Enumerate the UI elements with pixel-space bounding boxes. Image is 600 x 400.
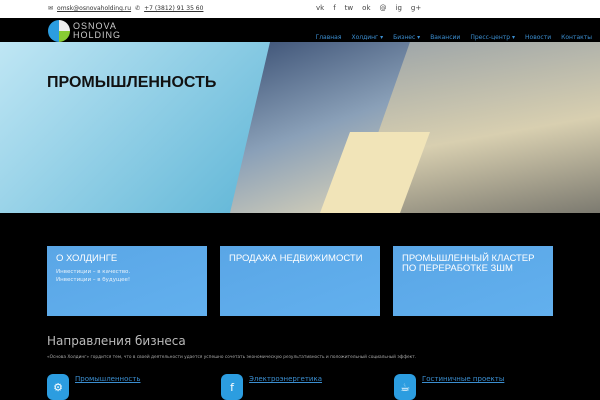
direction-energy: f Электроэнергетика bbox=[221, 374, 322, 400]
header: OSNOVA HOLDING Главная Холдинг ▾ Бизнес ▾… bbox=[0, 18, 600, 42]
direction-link[interactable]: Промышленность bbox=[75, 375, 140, 400]
box-about-holding[interactable]: О ХОЛДИНГЕ Инвестиции – в качество. Инвес… bbox=[47, 246, 207, 316]
cup-icon[interactable]: ☕ bbox=[394, 374, 416, 400]
nav-home[interactable]: Главная bbox=[316, 34, 342, 41]
logo-mark-icon bbox=[48, 20, 70, 42]
direction-hotels: ☕ Гостиничные проекты bbox=[394, 374, 504, 400]
odnoklassniki-icon[interactable]: ok bbox=[362, 4, 370, 12]
logo-line2: HOLDING bbox=[73, 30, 122, 40]
box-real-estate[interactable]: ПРОДАЖА НЕДВИЖИМОСТИ bbox=[220, 246, 380, 316]
box-title: ПРОМЫШЛЕННЫЙ КЛАСТЕР ПО ПЕРЕРАБОТКЕ ЗШМ bbox=[402, 253, 535, 274]
top-bar: ✉ omsk@osnovaholding.ru ✆ +7 (3812) 91 3… bbox=[0, 0, 600, 18]
twitter-icon[interactable]: tw bbox=[345, 4, 353, 12]
nav-contacts[interactable]: Контакты bbox=[561, 34, 592, 41]
nav-news[interactable]: Новости bbox=[525, 34, 551, 41]
box-text: Инвестиции – в качество. bbox=[56, 269, 131, 275]
lightning-icon[interactable]: f bbox=[221, 374, 243, 400]
facebook-icon[interactable]: f bbox=[333, 4, 335, 12]
social-links: vk f tw ok @ ig g+ bbox=[316, 4, 421, 12]
direction-link[interactable]: Электроэнергетика bbox=[249, 375, 322, 400]
main-nav: Главная Холдинг ▾ Бизнес ▾ Вакансии Прес… bbox=[316, 34, 592, 41]
hero-title: ПРОМЫШЛЕННОСТЬ bbox=[47, 74, 217, 91]
gear-icon[interactable]: ⚙ bbox=[47, 374, 69, 400]
direction-link[interactable]: Гостиничные проекты bbox=[422, 375, 504, 400]
logo[interactable]: OSNOVA HOLDING bbox=[48, 20, 121, 42]
mail-ru-icon[interactable]: @ bbox=[380, 4, 387, 12]
direction-industry: ⚙ Промышленность bbox=[47, 374, 140, 400]
nav-vacancies[interactable]: Вакансии bbox=[430, 34, 460, 41]
nav-business[interactable]: Бизнес ▾ bbox=[393, 34, 420, 41]
email-link[interactable]: omsk@osnovaholding.ru bbox=[57, 5, 131, 12]
phone-link[interactable]: +7 (3812) 91 35 60 bbox=[144, 5, 203, 12]
instagram-icon[interactable]: ig bbox=[396, 4, 402, 12]
vk-icon[interactable]: vk bbox=[316, 4, 324, 12]
mail-icon: ✉ bbox=[48, 5, 54, 12]
phone-icon: ✆ bbox=[135, 5, 141, 12]
hero-banner: ПРОМЫШЛЕННОСТЬ bbox=[0, 42, 600, 213]
google-plus-icon[interactable]: g+ bbox=[411, 4, 421, 12]
nav-holding[interactable]: Холдинг ▾ bbox=[351, 34, 383, 41]
box-title: ПРОДАЖА НЕДВИЖИМОСТИ bbox=[229, 253, 363, 264]
box-text: Инвестиции – в будущее! bbox=[56, 277, 131, 283]
box-industrial-cluster[interactable]: ПРОМЫШЛЕННЫЙ КЛАСТЕР ПО ПЕРЕРАБОТКЕ ЗШМ bbox=[393, 246, 553, 316]
box-title: О ХОЛДИНГЕ bbox=[56, 253, 118, 264]
directions-description: «Основа Холдинг» гордится тем, что в сво… bbox=[47, 355, 417, 360]
directions-title: Направления бизнеса bbox=[47, 334, 186, 348]
nav-press-center[interactable]: Пресс-центр ▾ bbox=[470, 34, 515, 41]
